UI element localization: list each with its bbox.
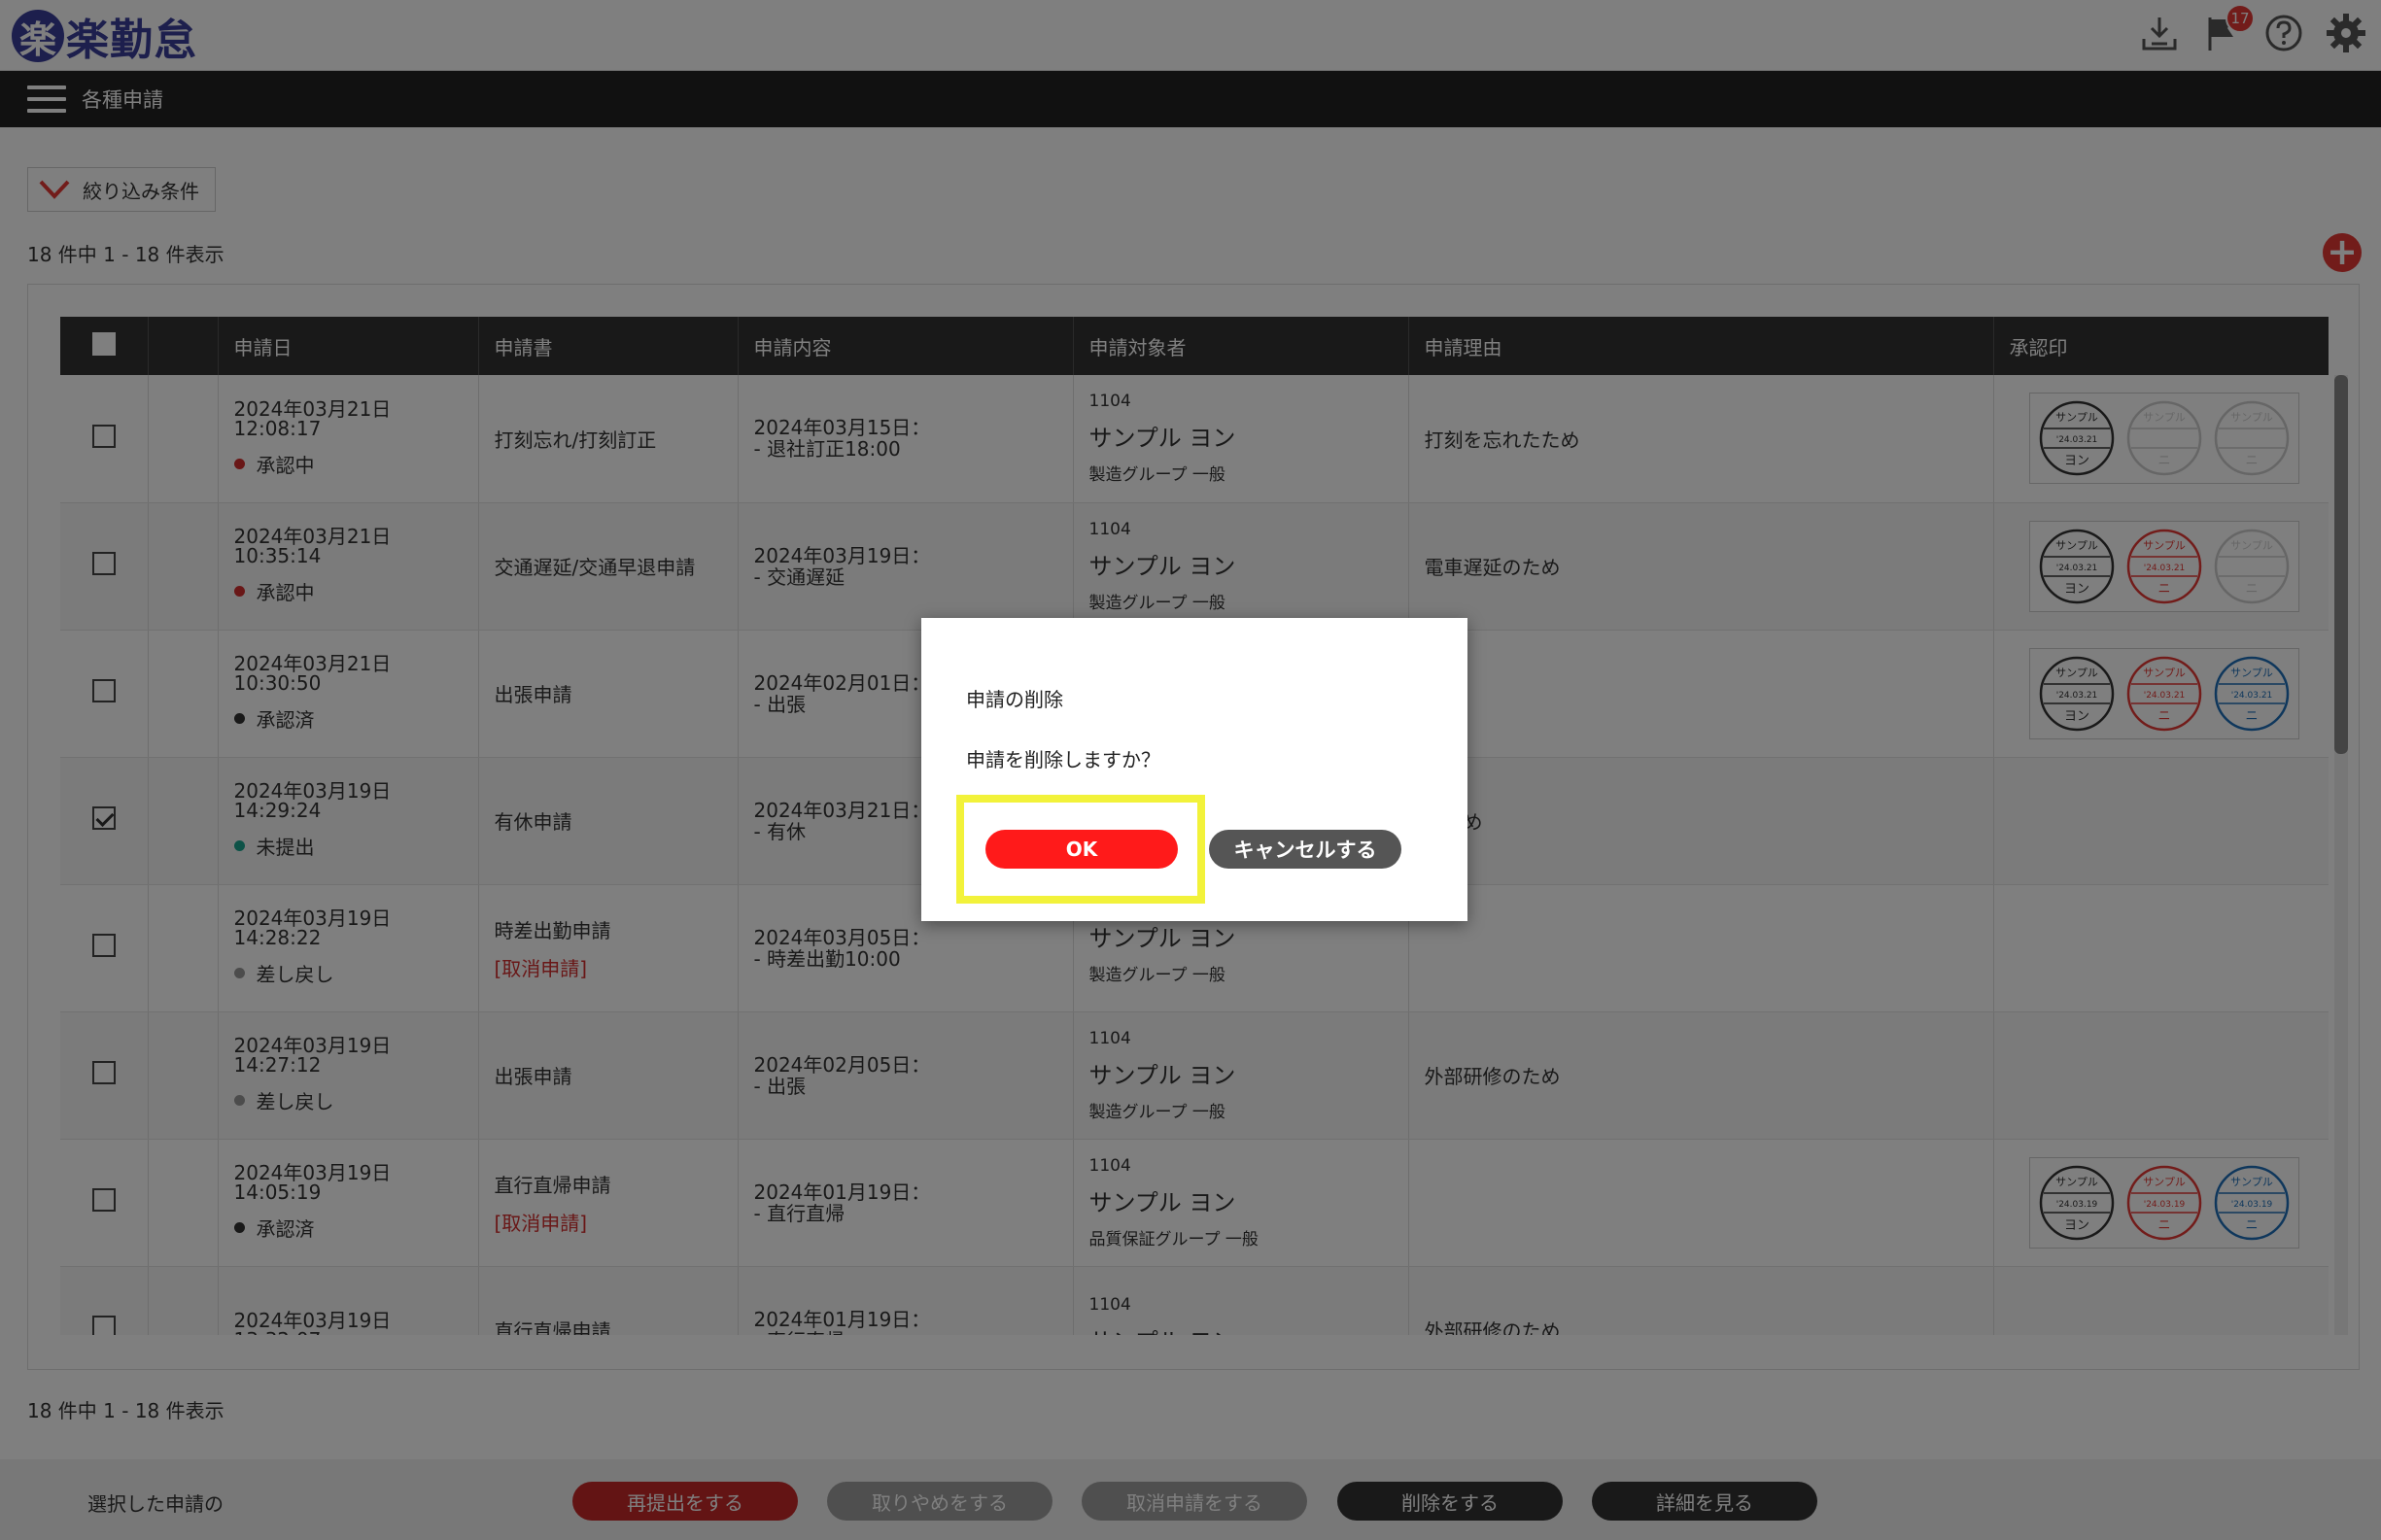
- ok-button[interactable]: OK: [985, 830, 1178, 869]
- dialog-cancel-button[interactable]: キャンセルする: [1209, 830, 1401, 869]
- delete-confirm-dialog: 申請の削除 申請を削除しますか？ OK キャンセルする: [921, 618, 1467, 921]
- dialog-title: 申請の削除: [966, 688, 1063, 711]
- dialog-message: 申請を削除しますか？: [966, 748, 1160, 771]
